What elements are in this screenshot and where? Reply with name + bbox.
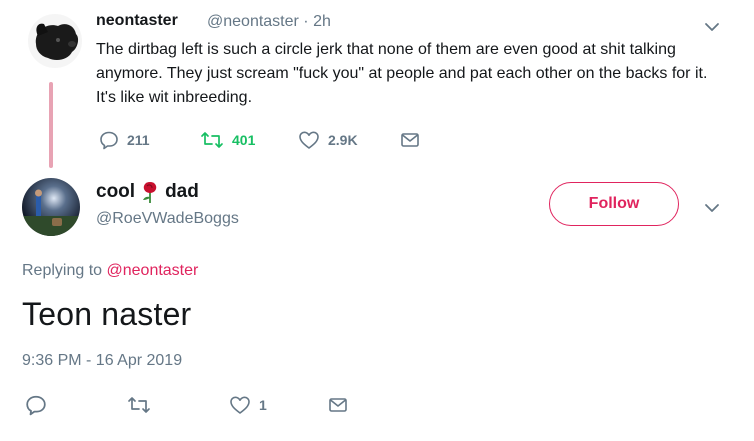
heart-icon xyxy=(230,396,250,414)
message-action[interactable] xyxy=(400,131,428,149)
envelope-icon xyxy=(401,133,419,147)
reply-icon xyxy=(26,395,46,416)
reply-timestamp[interactable]: 9:36 PM - 16 Apr 2019 xyxy=(22,352,182,370)
retweet-action[interactable] xyxy=(127,395,159,415)
reply-handle[interactable]: @RoeVWadeBoggs xyxy=(96,210,239,228)
like-action[interactable]: 1 xyxy=(229,395,267,415)
like-action[interactable]: 2.9K xyxy=(298,130,358,150)
replying-to: Replying to @neontaster xyxy=(22,262,198,280)
retweet-icon xyxy=(128,397,150,413)
parent-handle-and-time[interactable]: @neontaster · 2h xyxy=(207,13,331,31)
reply-count: 211 xyxy=(127,132,150,148)
rose-icon xyxy=(143,182,157,203)
chevron-down-icon[interactable] xyxy=(703,199,721,217)
parent-tweet-text: The dirtbag left is such a circle jerk t… xyxy=(96,41,708,106)
avatar-neontaster[interactable] xyxy=(28,14,82,68)
envelope-icon xyxy=(329,398,347,412)
reply-icon xyxy=(100,131,118,150)
avatar-roevwadeboggs[interactable] xyxy=(22,178,80,236)
follow-button[interactable]: Follow xyxy=(549,182,679,226)
replying-to-mention[interactable]: @neontaster xyxy=(107,262,199,279)
retweet-action[interactable]: 401 xyxy=(200,130,255,150)
message-action[interactable] xyxy=(328,396,356,414)
replying-to-prefix: Replying to xyxy=(22,262,103,279)
like-count: 1 xyxy=(259,397,267,413)
like-count: 2.9K xyxy=(328,132,358,148)
reply-display-name-part2: dad xyxy=(165,181,199,202)
parent-display-name[interactable]: neontaster xyxy=(96,12,178,30)
reply-action[interactable]: 211 xyxy=(99,130,150,150)
reply-action[interactable] xyxy=(25,394,55,416)
chevron-down-icon[interactable] xyxy=(703,18,721,36)
heart-icon xyxy=(299,131,319,149)
reply-display-name-part1: cool xyxy=(96,181,136,202)
reply-tweet-text: Teon naster xyxy=(22,296,192,332)
retweet-count: 401 xyxy=(232,132,256,148)
reply-display-name[interactable]: cool dad xyxy=(96,180,199,204)
thread-connector-line xyxy=(49,82,53,168)
retweet-icon xyxy=(201,132,223,148)
